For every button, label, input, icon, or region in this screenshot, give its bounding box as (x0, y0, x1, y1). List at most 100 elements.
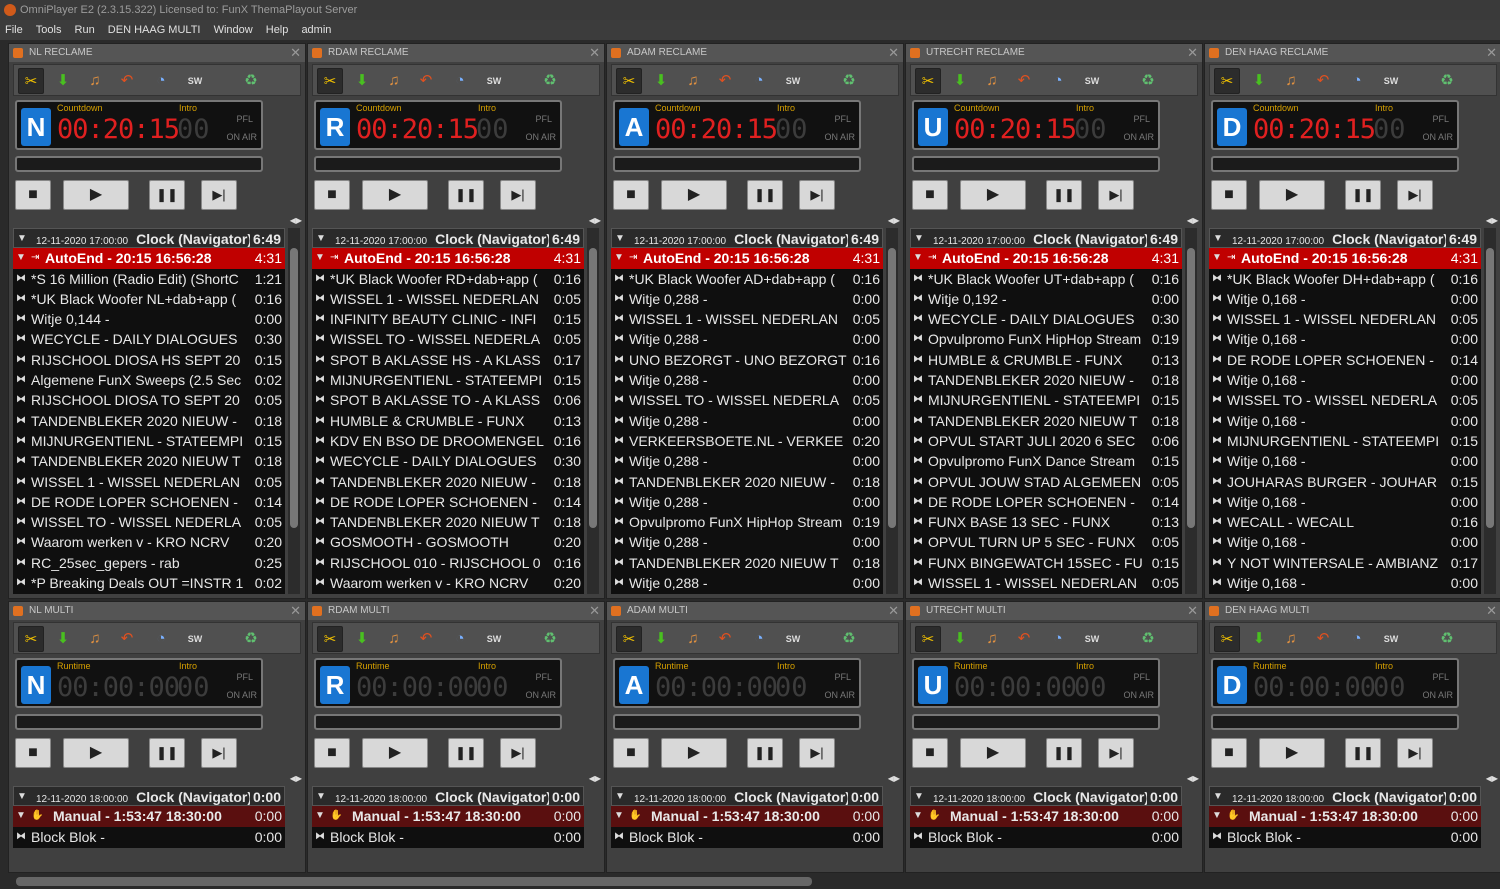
playlist-item[interactable]: ⧓ MIJNURGENTIENL - STATEEMPI 0:15 (13, 430, 285, 452)
playlist-item[interactable]: ⧓ TANDENBLEKER 2020 NIEUW T 0:18 (910, 410, 1182, 431)
playlist-header-row[interactable]: ▼ 12-11-2020 17:00:00 Clock (Navigator) 6:4… (611, 228, 883, 249)
playlist-item[interactable]: ⧓ RIJSCHOOL DIOSA HS SEPT 20 0:15 (13, 349, 285, 371)
arrow-down-icon[interactable]: ⬇ (648, 626, 674, 652)
playlist-item[interactable]: ⧓ Witje 0,288 - 0:00 (611, 532, 883, 553)
playlist-item[interactable]: ⧓ WECALL - WECALL 0:16 (1209, 512, 1481, 533)
playlist-item[interactable]: ⧓ Block Blok - 0:00 (312, 826, 584, 847)
playlist-item[interactable]: ⧓ TANDENBLEKER 2020 NIEUW T 0:18 (312, 512, 584, 533)
skip-next-button[interactable]: ▶| (1098, 180, 1134, 210)
undo-arrow-icon[interactable]: ↶ (114, 68, 140, 94)
play-button[interactable]: ▶ (1259, 180, 1325, 210)
close-icon[interactable]: ✕ (589, 602, 600, 620)
playlist-item[interactable]: ⧓ FUNX BASE 13 SEC - FUNX 0:13 (910, 512, 1182, 533)
collapse-arrow-icon[interactable]: ▼ (17, 229, 27, 247)
pause-button[interactable]: ❚❚ (1046, 180, 1082, 210)
ear-icon[interactable]: ♫ (680, 626, 706, 652)
playlist-item[interactable]: ⧓ WISSEL 1 - WISSEL NEDERLAN 0:05 (1209, 309, 1481, 330)
play-button[interactable]: ▶ (960, 180, 1026, 210)
recycle-bin-icon[interactable]: ♻ (836, 68, 862, 94)
playlist-item[interactable]: ⧓ Witje 0,288 - 0:00 (611, 410, 883, 431)
recycle-bin-icon[interactable]: ♻ (537, 626, 563, 652)
playlist-item[interactable]: ⧓ DE RODE LOPER SCHOENEN - 0:14 (1209, 349, 1481, 371)
undo-arrow-icon[interactable]: ↶ (1310, 68, 1336, 94)
undo-arrow-icon[interactable]: ↶ (1310, 626, 1336, 652)
playlist-header-row[interactable]: ▼ 12-11-2020 17:00:00 Clock (Navigator) 6:4… (910, 228, 1182, 249)
recycle-bin-icon[interactable]: ♻ (1434, 68, 1460, 94)
pause-button[interactable]: ❚❚ (1345, 180, 1381, 210)
undo-arrow-icon[interactable]: ↶ (712, 626, 738, 652)
collapse-arrow-icon[interactable]: ▼ (914, 787, 924, 805)
scrollbar-thumb[interactable] (589, 248, 597, 528)
arrow-down-icon[interactable]: ⬇ (50, 626, 76, 652)
clock-icon[interactable]: ◔ (1344, 626, 1370, 652)
ear-icon[interactable]: ♫ (1278, 68, 1304, 94)
playlist-item[interactable]: ⧓ WISSEL TO - WISSEL NEDERLA 0:05 (1209, 390, 1481, 411)
playlist-item[interactable]: ⧓ Waarom werken v - KRO NCRV 0:20 (13, 532, 285, 553)
playlist-item[interactable]: ⧓ Witje 0,288 - 0:00 (611, 491, 883, 513)
skip-next-button[interactable]: ▶| (799, 738, 835, 768)
playlist-item[interactable]: ⧓ UNO BEZORGT - UNO BEZORGT 0:16 (611, 349, 883, 371)
playlist-item[interactable]: ⧓ *S 16 Million (Radio Edit) (ShortC 1:21 (13, 268, 285, 289)
skip-next-button[interactable]: ▶| (201, 738, 237, 768)
scroll-arrows[interactable]: ◀▶ (1486, 774, 1498, 784)
collapse-arrow-icon[interactable]: ▼ (316, 229, 326, 247)
stop-button[interactable]: ■ (613, 738, 649, 768)
scissors-icon[interactable]: ✂ (915, 68, 941, 94)
scrollbar-thumb[interactable] (290, 248, 298, 528)
playlist-item[interactable]: ⧓ WECYCLE - DAILY DIALOGUES 0:30 (312, 451, 584, 472)
collapse-arrow-icon[interactable]: ▼ (614, 248, 624, 268)
stop-button[interactable]: ■ (15, 180, 51, 210)
playlist-item[interactable]: ⧓ WISSEL 1 - WISSEL NEDERLAN 0:05 (910, 573, 1182, 594)
arrow-down-icon[interactable]: ⬇ (648, 68, 674, 94)
scissors-icon[interactable]: ✂ (616, 68, 642, 94)
collapse-arrow-icon[interactable]: ▼ (913, 248, 923, 268)
playlist-header-row[interactable]: ▼ 12-11-2020 17:00:00 Clock (Navigator) 6:4… (13, 228, 285, 249)
playlist-item[interactable]: ⧓ RC_25sec_gepers - rab 0:25 (13, 552, 285, 574)
play-button[interactable]: ▶ (661, 180, 727, 210)
collapse-arrow-icon[interactable]: ▼ (913, 806, 923, 826)
playlist-item[interactable]: ⧓ TANDENBLEKER 2020 NIEUW T 0:18 (13, 451, 285, 472)
playlist-item[interactable]: ⧓ Witje 0,288 - 0:00 (611, 329, 883, 350)
close-icon[interactable]: ✕ (1486, 44, 1497, 62)
playlist-item[interactable]: ⧓ TANDENBLEKER 2020 NIEUW - 0:18 (910, 370, 1182, 391)
arrow-down-icon[interactable]: ⬇ (349, 626, 375, 652)
playlist-item[interactable]: ⧓ SPOT B AKLASSE TO - A KLASS 0:06 (312, 390, 584, 411)
playlist-scrollbar[interactable] (1484, 228, 1496, 594)
skip-next-button[interactable]: ▶| (799, 180, 835, 210)
status-row[interactable]: ▼ ✋ Manual - 1:53:47 18:30:00 0:00 (611, 806, 883, 827)
ear-icon[interactable]: ♫ (82, 68, 108, 94)
playlist-header-row[interactable]: ▼ 12-11-2020 18:00:00 Clock (Navigator) 0:0… (910, 786, 1182, 807)
menu-admin[interactable]: admin (296, 20, 336, 40)
playlist-item[interactable]: ⧓ Witje 0,168 - 0:00 (1209, 288, 1481, 310)
playlist-item[interactable]: ⧓ Witje 0,288 - 0:00 (611, 573, 883, 594)
play-button[interactable]: ▶ (960, 738, 1026, 768)
playlist-item[interactable]: ⧓ DE RODE LOPER SCHOENEN - 0:14 (910, 491, 1182, 513)
playlist-item[interactable]: ⧓ WECYCLE - DAILY DIALOGUES 0:30 (910, 309, 1182, 330)
play-button[interactable]: ▶ (1259, 738, 1325, 768)
collapse-arrow-icon[interactable]: ▼ (316, 787, 326, 805)
undo-arrow-icon[interactable]: ↶ (413, 626, 439, 652)
horizontal-scrollbar[interactable] (0, 874, 1500, 889)
playlist-header-row[interactable]: ▼ 12-11-2020 18:00:00 Clock (Navigator) 0:0… (312, 786, 584, 807)
playlist-item[interactable]: ⧓ Block Blok - 0:00 (611, 826, 883, 847)
ear-icon[interactable]: ♫ (381, 68, 407, 94)
playlist-header-row[interactable]: ▼ 12-11-2020 18:00:00 Clock (Navigator) 0:0… (13, 786, 285, 807)
playlist-item[interactable]: ⧓ OPVUL START JULI 2020 6 SEC 0:06 (910, 430, 1182, 452)
pause-button[interactable]: ❚❚ (149, 738, 185, 768)
pause-button[interactable]: ❚❚ (448, 180, 484, 210)
scissors-icon[interactable]: ✂ (317, 68, 343, 94)
undo-arrow-icon[interactable]: ↶ (413, 68, 439, 94)
skip-next-button[interactable]: ▶| (1397, 180, 1433, 210)
status-row[interactable]: ▼ ⇥ AutoEnd - 20:15 16:56:28 4:31 (910, 248, 1182, 269)
pause-button[interactable]: ❚❚ (747, 180, 783, 210)
undo-arrow-icon[interactable]: ↶ (712, 68, 738, 94)
collapse-arrow-icon[interactable]: ▼ (16, 806, 26, 826)
menu-run[interactable]: Run (70, 20, 100, 40)
close-icon[interactable]: ✕ (1187, 44, 1198, 62)
sw-icon[interactable]: SW (780, 68, 806, 94)
playlist-item[interactable]: ⧓ TANDENBLEKER 2020 NIEUW T 0:18 (611, 552, 883, 574)
playlist-item[interactable]: ⧓ DE RODE LOPER SCHOENEN - 0:14 (312, 491, 584, 513)
sw-icon[interactable]: SW (1079, 68, 1105, 94)
clock-icon[interactable]: ◔ (1045, 68, 1071, 94)
clock-icon[interactable]: ◔ (1344, 68, 1370, 94)
